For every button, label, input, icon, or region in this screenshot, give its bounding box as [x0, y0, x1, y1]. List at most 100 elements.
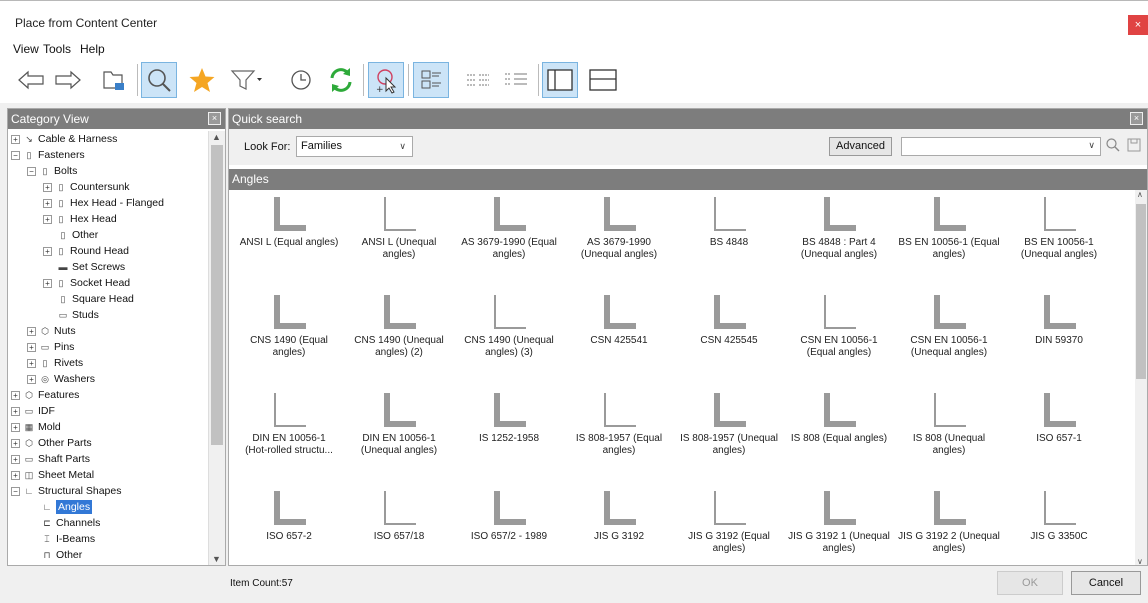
family-item[interactable]: CSN EN 10056-1 (Unequal angles) [894, 293, 1004, 359]
expand-icon[interactable]: + [43, 182, 52, 192]
expand-icon[interactable]: + [27, 374, 36, 384]
expand-icon[interactable]: + [27, 342, 36, 352]
expand-icon[interactable]: + [11, 438, 20, 448]
family-item[interactable]: DIN 59370 [1004, 293, 1114, 347]
tree-view-button[interactable] [96, 62, 132, 98]
family-grid-scrollbar[interactable]: ∧ ∨ [1135, 190, 1147, 565]
tree-item[interactable]: + ◎ Washers [27, 371, 95, 387]
chevron-down-icon[interactable]: ∨ [1088, 140, 1095, 151]
autodrop-button[interactable]: + [368, 62, 404, 98]
family-item[interactable]: JIS G 3350C [1004, 489, 1114, 543]
tree-item[interactable]: + ▯ Rivets [27, 355, 83, 371]
layout-vertical-split-button[interactable] [542, 62, 578, 98]
save-search-icon[interactable] [1127, 137, 1141, 153]
family-item[interactable]: CSN 425545 [674, 293, 784, 347]
tree-item[interactable]: + ⬡ Features [11, 387, 79, 403]
expand-icon[interactable]: + [11, 454, 20, 464]
search-icon[interactable] [1105, 137, 1121, 153]
tree-item[interactable]: + ▯ Countersunk [43, 179, 130, 195]
history-button[interactable] [283, 62, 319, 98]
family-item[interactable]: BS 4848 [674, 195, 784, 249]
view-details-button[interactable] [498, 62, 534, 98]
tree-item[interactable]: ∟ Angles [27, 499, 93, 515]
scroll-up-icon[interactable]: ∧ [1137, 190, 1143, 199]
family-item[interactable]: ISO 657-2 [234, 489, 344, 543]
family-item[interactable]: IS 808-1957 (Equal angles) [564, 391, 674, 457]
expand-icon[interactable]: + [11, 390, 20, 400]
tree-item[interactable]: + ▯ Round Head [43, 243, 129, 259]
tree-item[interactable]: + ▯ Hex Head - Flanged [43, 195, 164, 211]
family-item[interactable]: BS EN 10056-1 (Unequal angles) [1004, 195, 1114, 261]
family-item[interactable]: BS 4848 : Part 4 (Unequal angles) [784, 195, 894, 261]
tree-item[interactable]: + ⬡ Nuts [27, 323, 76, 339]
tree-item[interactable]: + ◫ Sheet Metal [11, 467, 94, 483]
advanced-button[interactable]: Advanced [829, 137, 892, 156]
scroll-up-icon[interactable]: ▲ [212, 132, 221, 142]
tree-item[interactable]: + ⬡ Other Parts [11, 435, 92, 451]
filter-button[interactable] [228, 62, 264, 98]
expand-icon[interactable]: + [43, 198, 52, 208]
expand-icon[interactable]: + [43, 214, 52, 224]
view-large-icons-button[interactable] [413, 62, 449, 98]
family-item[interactable]: ANSI L (Equal angles) [234, 195, 344, 249]
quick-search-close-button[interactable]: × [1130, 112, 1143, 125]
family-item[interactable]: IS 1252-1958 [454, 391, 564, 445]
tree-item[interactable]: ▭ Studs [43, 307, 99, 323]
category-tree-scrollbar[interactable]: ▲ ▼ [208, 131, 225, 565]
view-list-button[interactable] [460, 62, 496, 98]
menu-tools[interactable]: Tools [43, 42, 71, 56]
collapse-icon[interactable]: − [11, 150, 20, 160]
tree-item[interactable]: − ∟ Structural Shapes [11, 483, 121, 499]
search-toggle-button[interactable] [141, 62, 177, 98]
family-item[interactable]: IS 808-1957 (Unequal angles) [674, 391, 784, 457]
family-item[interactable]: CSN EN 10056-1 (Equal angles) [784, 293, 894, 359]
scrollbar-thumb[interactable] [211, 145, 223, 445]
family-item[interactable]: ISO 657/2 - 1989 [454, 489, 564, 543]
tree-item[interactable]: + ▭ IDF [11, 403, 55, 419]
category-view-close-button[interactable]: × [208, 112, 221, 125]
family-item[interactable]: AS 3679-1990 (Unequal angles) [564, 195, 674, 261]
collapse-icon[interactable]: − [27, 166, 36, 176]
scroll-down-icon[interactable]: ∨ [1137, 557, 1143, 565]
family-item[interactable]: IS 808 (Unequal angles) [894, 391, 1004, 457]
family-item[interactable]: JIS G 3192 (Equal angles) [674, 489, 784, 555]
expand-icon[interactable]: + [11, 422, 20, 432]
expand-icon[interactable]: + [27, 358, 36, 368]
collapse-icon[interactable]: − [11, 486, 20, 496]
family-item[interactable]: ISO 657-1 [1004, 391, 1114, 445]
search-input[interactable]: ∨ [901, 137, 1101, 156]
tree-item[interactable]: ⊓ Other [27, 547, 82, 563]
tree-item[interactable]: ▯ Other [43, 227, 99, 243]
close-window-button[interactable]: × [1128, 15, 1148, 35]
family-item[interactable]: IS 808 (Equal angles) [784, 391, 894, 445]
cancel-button[interactable]: Cancel [1071, 571, 1141, 595]
tree-item[interactable]: + ▯ Hex Head [43, 211, 117, 227]
expand-icon[interactable]: + [11, 470, 20, 480]
family-item[interactable]: CNS 1490 (Unequal angles) (2) [344, 293, 454, 359]
menu-view[interactable]: View [13, 42, 39, 56]
scrollbar-thumb[interactable] [1136, 204, 1146, 379]
expand-icon[interactable]: + [43, 278, 52, 288]
family-item[interactable]: DIN EN 10056-1 (Unequal angles) [344, 391, 454, 457]
ok-button[interactable]: OK [997, 571, 1063, 595]
tree-item[interactable]: + ↘ Cable & Harness [11, 131, 117, 147]
family-item[interactable]: DIN EN 10056-1 (Hot-rolled structu... [234, 391, 344, 457]
expand-icon[interactable]: + [11, 406, 20, 416]
layout-horizontal-split-button[interactable] [585, 62, 621, 98]
family-item[interactable]: CSN 425541 [564, 293, 674, 347]
family-item[interactable]: BS EN 10056-1 (Equal angles) [894, 195, 1004, 261]
tree-item[interactable]: + ▦ Mold [11, 419, 61, 435]
favorites-button[interactable] [184, 62, 220, 98]
expand-icon[interactable]: + [27, 326, 36, 336]
tree-item[interactable]: ⌶ I-Beams [27, 531, 95, 547]
tree-item[interactable]: ▬ Set Screws [43, 259, 126, 275]
tree-item[interactable]: ▯ Square Head [43, 291, 134, 307]
family-item[interactable]: CNS 1490 (Unequal angles) (3) [454, 293, 564, 359]
family-item[interactable]: JIS G 3192 1 (Unequal angles) [784, 489, 894, 555]
family-item[interactable]: ANSI L (Unequal angles) [344, 195, 454, 261]
family-item[interactable]: JIS G 3192 2 (Unequal angles) [894, 489, 1004, 555]
tree-item[interactable]: ⊏ Channels [27, 515, 100, 531]
refresh-button[interactable] [323, 62, 359, 98]
scroll-down-icon[interactable]: ▼ [212, 554, 221, 564]
family-item[interactable]: CNS 1490 (Equal angles) [234, 293, 344, 359]
